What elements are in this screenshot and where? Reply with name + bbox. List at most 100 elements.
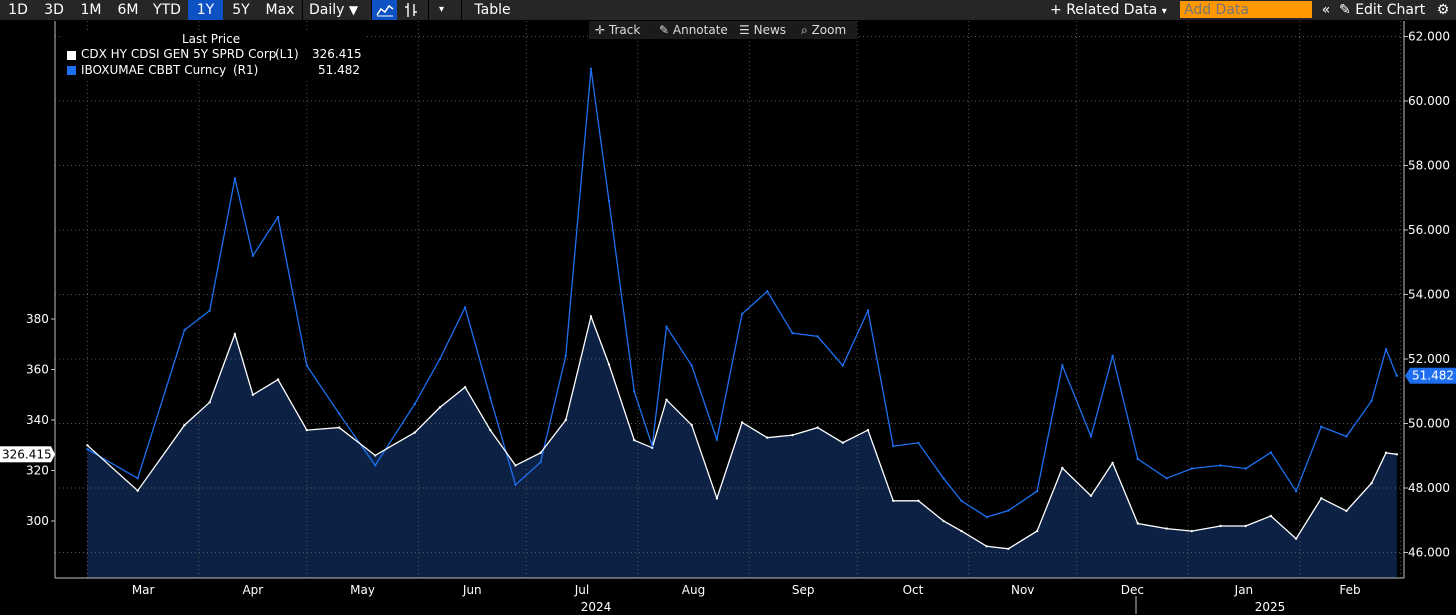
line-chart-icon[interactable] xyxy=(371,0,397,20)
data-point-cdx xyxy=(1294,537,1298,540)
data-point-ibox xyxy=(985,515,988,519)
last-value-label-right: 51.482 xyxy=(1412,369,1454,383)
right-tick-label-7: 60.000 xyxy=(1408,94,1450,108)
x-month-label-feb: Feb xyxy=(1339,583,1360,597)
data-point-ibox xyxy=(1111,354,1114,357)
data-point-cdx xyxy=(1136,522,1140,525)
data-point-cdx xyxy=(305,428,308,432)
data-point-cdx xyxy=(715,497,719,500)
data-point-ibox xyxy=(208,309,211,312)
period-6m-button[interactable]: 6M xyxy=(110,0,146,20)
data-point-cdx xyxy=(251,393,255,396)
data-point-ibox xyxy=(374,464,377,467)
annotate-tool[interactable]: ✎ Annotate xyxy=(659,21,728,39)
data-point-ibox xyxy=(1007,509,1010,512)
period-5y-button[interactable]: 5Y xyxy=(224,0,258,20)
news-tool[interactable]: ☰ News xyxy=(739,21,786,39)
data-point-ibox xyxy=(1384,348,1388,351)
right-tick-label-6: 58.000 xyxy=(1408,159,1450,173)
right-tick-label-3: 52.000 xyxy=(1408,352,1450,366)
data-point-cdx xyxy=(960,529,963,533)
legend-label-cdx: CDX HY CDSI GEN 5Y SPRD Corp xyxy=(81,47,277,61)
x-month-label-may: May xyxy=(350,583,375,597)
data-point-ibox xyxy=(514,483,517,486)
data-point-ibox xyxy=(942,477,945,480)
left-tick-label-1: 320 xyxy=(26,464,49,478)
news-label: News xyxy=(753,23,787,37)
right-tick-label-1: 48.000 xyxy=(1408,481,1450,495)
data-point-ibox xyxy=(1219,464,1222,467)
edit-chart-button[interactable]: ✎ Edit Chart xyxy=(1339,0,1431,20)
data-point-ibox xyxy=(564,354,567,357)
data-point-cdx xyxy=(1269,514,1273,518)
zoom-tool[interactable]: ⌕ Zoom xyxy=(801,21,846,39)
last-value-label-left: 326.415 xyxy=(2,447,52,461)
x-month-label-jul: Jul xyxy=(574,583,589,597)
data-point-cdx xyxy=(136,489,139,492)
data-point-cdx xyxy=(233,332,237,336)
related-data-label: Related Data xyxy=(1066,2,1158,18)
data-point-ibox xyxy=(892,444,895,448)
data-point-cdx xyxy=(208,401,211,404)
frequency-dropdown[interactable]: Daily ▼ xyxy=(302,0,368,20)
x-month-label-nov: Nov xyxy=(1011,583,1034,597)
data-point-cdx xyxy=(633,439,636,442)
data-point-cdx xyxy=(985,545,988,548)
data-point-ibox xyxy=(633,390,636,393)
data-point-cdx xyxy=(841,441,844,444)
annotate-pencil-icon: ✎ xyxy=(659,23,670,37)
x-month-label-apr: Apr xyxy=(242,583,263,597)
data-point-ibox xyxy=(589,67,593,71)
data-point-cdx xyxy=(183,423,186,427)
left-tick-label-3: 360 xyxy=(26,363,49,377)
data-point-cdx xyxy=(1395,453,1399,456)
x-year-label-2025: 2025 xyxy=(1255,600,1286,614)
data-point-cdx xyxy=(816,426,819,429)
data-point-ibox xyxy=(305,364,308,367)
settings-gear-icon[interactable]: ⚙ xyxy=(1432,0,1454,20)
data-point-cdx xyxy=(690,423,693,427)
data-point-ibox xyxy=(866,309,870,312)
crosshair-icon: ✛ xyxy=(595,23,606,37)
collapse-double-chevron-icon[interactable]: « xyxy=(1315,0,1337,20)
period-1d-button[interactable]: 1D xyxy=(1,0,35,20)
frequency-label: Daily xyxy=(309,2,345,18)
pencil-icon: ✎ xyxy=(1339,2,1351,18)
period-max-button[interactable]: Max xyxy=(259,0,301,20)
table-button[interactable]: Table xyxy=(461,0,523,20)
x-month-label-jan: Jan xyxy=(1234,583,1254,597)
related-data-button[interactable]: + Related Data ▾ xyxy=(1044,0,1170,20)
data-point-cdx xyxy=(489,428,492,432)
legend-value-ibox: 51.482 xyxy=(318,63,360,77)
news-icon: ☰ xyxy=(739,23,750,37)
x-month-label-mar: Mar xyxy=(132,583,155,597)
zoom-label: Zoom xyxy=(811,23,847,37)
data-point-ibox xyxy=(1269,451,1273,454)
data-point-cdx xyxy=(1370,481,1373,485)
period-1m-button[interactable]: 1M xyxy=(73,0,109,20)
data-point-cdx xyxy=(917,499,920,502)
right-tick-label-0: 46.000 xyxy=(1408,546,1450,560)
caret-down-icon: ▼ xyxy=(348,3,359,17)
data-point-ibox xyxy=(1190,467,1194,470)
period-1y-button[interactable]: 1Y xyxy=(188,0,223,20)
right-tick-label-8: 62.000 xyxy=(1408,30,1450,44)
chart-toolbar: 1D 3D 1M 6M YTD 1Y 5Y Max Daily ▼ ▾ Tabl… xyxy=(0,0,1456,20)
data-point-ibox xyxy=(651,444,654,448)
data-point-ibox xyxy=(1294,490,1298,493)
legend-label-ibox: IBOXUMAE CBBT Curncy xyxy=(81,63,227,77)
bar-chart-icon[interactable] xyxy=(398,0,424,20)
data-point-ibox xyxy=(1345,435,1348,438)
legend-title: Last Price xyxy=(182,32,241,46)
legend-swatch-cdx xyxy=(67,51,76,60)
add-data-input[interactable] xyxy=(1180,1,1312,18)
data-point-ibox xyxy=(539,461,542,464)
annotate-label: Annotate xyxy=(672,23,728,37)
track-tool[interactable]: ✛ Track xyxy=(595,21,640,39)
data-point-ibox xyxy=(607,199,611,203)
period-ytd-button[interactable]: YTD xyxy=(147,0,187,20)
right-tick-label-4: 54.000 xyxy=(1408,288,1450,302)
period-3d-button[interactable]: 3D xyxy=(36,0,72,20)
chart-type-caret-icon[interactable]: ▾ xyxy=(428,0,454,20)
legend-value-cdx: 326.415 xyxy=(312,47,362,61)
